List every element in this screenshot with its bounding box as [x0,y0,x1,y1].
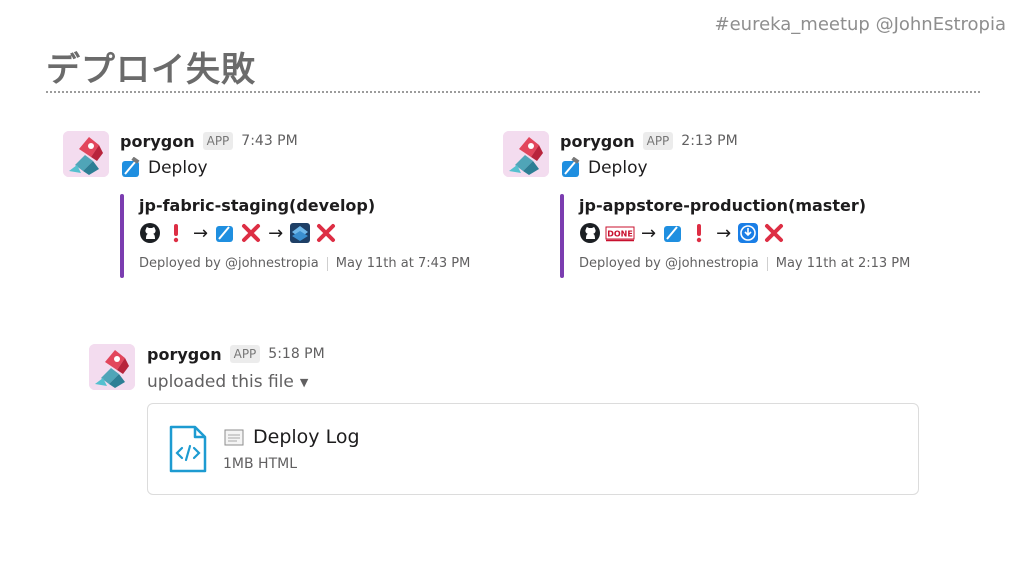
username[interactable]: porygon [560,132,635,151]
footer-separator [326,256,328,271]
fabric-icon [289,222,311,244]
deploy-date: May 11th at 7:43 PM [335,256,471,271]
app-badge: APP [229,345,261,363]
attachment-card: jp-appstore-production(master) DONE → → … [560,194,920,278]
app-badge: APP [202,132,234,150]
message-1: porygon APP 7:43 PM Deploy jp-fabric-sta… [63,131,483,291]
deploy-date: May 11th at 2:13 PM [775,256,911,271]
timestamp[interactable]: 2:13 PM [681,133,737,149]
file-card[interactable]: Deploy Log 1MB HTML [147,403,919,495]
code-file-icon [168,424,208,474]
hashtag-credit: #eureka_meetup @JohnEstropia [714,14,1007,35]
itunes-connect-icon [737,222,759,244]
chevron-down-icon[interactable]: ▼ [300,376,308,389]
xcode-icon [120,157,142,179]
page-title: デプロイ失敗 [46,50,256,90]
upload-subtitle-row[interactable]: uploaded this file ▼ [147,372,325,392]
porygon-icon [503,131,549,177]
attachment-title: jp-appstore-production(master) [579,196,867,215]
porygon-icon [89,344,135,390]
username[interactable]: porygon [147,345,222,364]
porygon-avatar[interactable] [63,131,109,177]
xcode-icon [214,222,236,244]
page-icon [223,426,245,448]
username[interactable]: porygon [120,132,195,151]
cross-icon [315,222,337,244]
github-icon [139,222,161,244]
deploy-label: Deploy [588,158,648,178]
title-divider [46,91,980,93]
timestamp[interactable]: 5:18 PM [268,346,324,362]
arrow-icon: → [641,222,657,244]
attachment-color-bar [120,194,124,278]
cross-icon [240,222,262,244]
file-meta: 1MB HTML [223,456,297,472]
file-name[interactable]: Deploy Log [253,426,360,448]
attachment-footer: Deployed by @johnestropia May 11th at 2:… [579,256,910,271]
message-3: porygon APP 5:18 PM uploaded this file ▼ [89,344,489,404]
message-2: porygon APP 2:13 PM Deploy jp-appstore-p… [503,131,943,291]
exclamation-icon [165,222,187,244]
porygon-avatar[interactable] [89,344,135,390]
porygon-icon [63,131,109,177]
exclamation-icon [688,222,710,244]
xcode-icon [560,157,582,179]
deploy-label: Deploy [148,158,208,178]
deploy-pipeline: → → [139,221,337,245]
deployed-by: Deployed by @johnestropia [139,256,319,271]
deploy-pipeline: DONE → → [579,221,785,245]
done-text: DONE [607,230,633,239]
arrow-icon: → [716,222,732,244]
github-icon [579,222,601,244]
app-badge: APP [642,132,674,150]
attachment-card: jp-fabric-staging(develop) → → Deployed … [120,194,480,278]
upload-subtitle: uploaded this file [147,372,294,392]
deployed-by: Deployed by @johnestropia [579,256,759,271]
attachment-footer: Deployed by @johnestropia May 11th at 7:… [139,256,470,271]
attachment-color-bar [560,194,564,278]
cross-icon [763,222,785,244]
done-icon: DONE [605,222,635,244]
timestamp[interactable]: 7:43 PM [241,133,297,149]
porygon-avatar[interactable] [503,131,549,177]
attachment-title: jp-fabric-staging(develop) [139,196,376,215]
arrow-icon: → [193,222,209,244]
arrow-icon: → [268,222,284,244]
footer-separator [766,256,768,271]
xcode-icon [662,222,684,244]
